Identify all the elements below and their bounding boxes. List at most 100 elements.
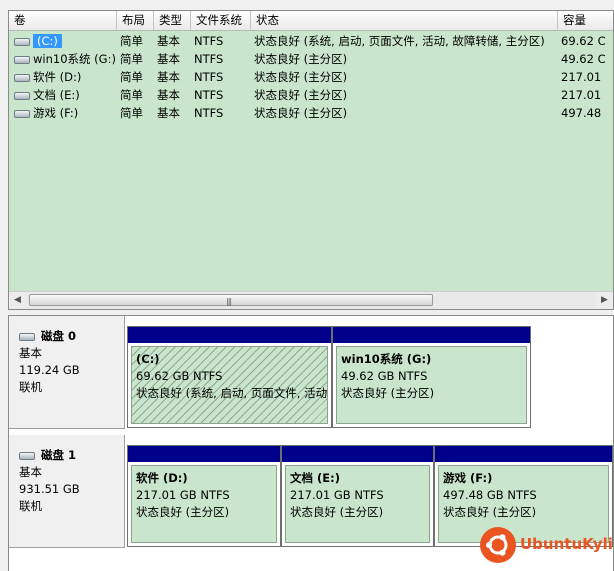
disk-size: 931.51 GB [19, 482, 80, 496]
ubuntukylin-watermark: UbuntuKylin [480, 527, 614, 567]
volume-capacity: 217.01 [561, 88, 602, 102]
partition-status: 状态良好 (主分区) [136, 505, 230, 519]
volume-status: 状态良好 (主分区) [254, 52, 348, 66]
volume-status: 状态良好 (系统, 启动, 页面文件, 活动, 故障转储, 主分区) [254, 34, 545, 48]
volume-status: 状态良好 (主分区) [254, 106, 348, 120]
disk-info-1[interactable]: 磁盘 1 基本 931.51 GB 联机 [9, 435, 125, 548]
volume-type: 基本 [157, 88, 180, 102]
partition-name: 软件 (D:) [136, 471, 188, 485]
partition-name: win10系统 (G:) [341, 352, 432, 366]
disk-type: 基本 [19, 465, 42, 479]
column-header-filesystem[interactable]: 文件系统 [191, 11, 251, 30]
partition-header-bar [128, 446, 280, 462]
volume-capacity: 49.62 C [561, 52, 606, 66]
volume-filesystem: NTFS [194, 70, 224, 84]
column-header-volume[interactable]: 卷 [9, 11, 117, 30]
volume-row[interactable]: 游戏 (F:) 简单 基本 NTFS 状态良好 (主分区) 497.48 [9, 104, 613, 122]
drive-icon [14, 37, 30, 46]
drive-icon [14, 91, 30, 100]
partition-body: 软件 (D:) 217.01 GB NTFS 状态良好 (主分区) [131, 465, 277, 543]
partition-body: 文档 (E:) 217.01 GB NTFS 状态良好 (主分区) [285, 465, 430, 543]
volume-status: 状态良好 (主分区) [254, 70, 348, 84]
volume-name: 软件 (D:) [33, 70, 82, 84]
partition-name: 游戏 (F:) [443, 471, 493, 485]
volume-name-cell[interactable]: 文档 (E:) [9, 86, 117, 104]
watermark-text: UbuntuKylin [520, 535, 614, 553]
volume-name-cell[interactable]: 软件 (D:) [9, 68, 117, 86]
partition-body: win10系统 (G:) 49.62 GB NTFS 状态良好 (主分区) [336, 346, 527, 424]
column-header-status[interactable]: 状态 [251, 11, 558, 30]
volume-filesystem: NTFS [194, 88, 224, 102]
horizontal-scrollbar[interactable]: ◀ ||| ▶ [9, 291, 613, 309]
partition-c[interactable]: (C:) 69.62 GB NTFS 状态良好 (系统, 启动, 页面文件, 活… [127, 326, 332, 428]
volume-type: 基本 [157, 70, 180, 84]
drive-icon [14, 109, 30, 118]
disk-icon [19, 332, 35, 341]
partition-header-bar [435, 446, 612, 462]
disk-row-0: 磁盘 0 基本 119.24 GB 联机 (C:) 69.62 GB NTFS … [9, 316, 613, 429]
column-header-layout[interactable]: 布局 [117, 11, 154, 30]
volume-layout: 简单 [120, 106, 143, 120]
volume-layout: 简单 [120, 52, 143, 66]
disk-size: 119.24 GB [19, 363, 80, 377]
partition-size: 69.62 GB NTFS [136, 369, 223, 383]
disk-info-0[interactable]: 磁盘 0 基本 119.24 GB 联机 [9, 316, 125, 429]
partition-size: 497.48 GB NTFS [443, 488, 537, 502]
volume-filesystem: NTFS [194, 52, 224, 66]
partition-status: 状态良好 (主分区) [341, 386, 435, 400]
volume-name-cell[interactable]: 游戏 (F:) [9, 104, 117, 122]
volume-type: 基本 [157, 106, 180, 120]
volume-name: 文档 (E:) [33, 88, 80, 102]
volume-status: 状态良好 (主分区) [254, 88, 348, 102]
partition-header-bar [128, 327, 331, 343]
volume-filesystem: NTFS [194, 106, 224, 120]
volume-name-cell[interactable]: win10系统 (G:) [9, 50, 117, 68]
volume-row[interactable]: (C:) 简单 基本 NTFS 状态良好 (系统, 启动, 页面文件, 活动, … [9, 32, 613, 50]
partition-g[interactable]: win10系统 (G:) 49.62 GB NTFS 状态良好 (主分区) [332, 326, 531, 428]
partition-d[interactable]: 软件 (D:) 217.01 GB NTFS 状态良好 (主分区) [127, 445, 281, 547]
volume-capacity: 69.62 C [561, 34, 606, 48]
volume-type: 基本 [157, 52, 180, 66]
scrollbar-thumb[interactable]: ||| [29, 294, 433, 306]
volume-capacity: 217.01 [561, 70, 602, 84]
partition-size: 49.62 GB NTFS [341, 369, 428, 383]
volume-type: 基本 [157, 34, 180, 48]
column-header-type[interactable]: 类型 [154, 11, 191, 30]
disk-icon [19, 451, 35, 460]
disk-name: 磁盘 1 [41, 448, 77, 462]
ubuntu-kylin-logo-icon [480, 527, 516, 563]
partition-status: 状态良好 (主分区) [443, 505, 537, 519]
partition-status: 状态良好 (系统, 启动, 页面文件, 活动, 故障转储, 主分区) [136, 386, 328, 400]
partition-size: 217.01 GB NTFS [136, 488, 230, 502]
drive-icon [14, 55, 30, 64]
partition-size: 217.01 GB NTFS [290, 488, 384, 502]
volume-list: 卷 布局 类型 文件系统 状态 容量 (C:) 简单 基本 NTFS 状态良好 … [8, 10, 614, 310]
volume-name: (C:) [33, 34, 62, 48]
volume-layout: 简单 [120, 34, 143, 48]
scroll-grip-icon: ||| [226, 297, 232, 306]
volume-capacity: 497.48 [561, 106, 602, 120]
volume-row[interactable]: win10系统 (G:) 简单 基本 NTFS 状态良好 (主分区) 49.62… [9, 50, 613, 68]
partition-e[interactable]: 文档 (E:) 217.01 GB NTFS 状态良好 (主分区) [281, 445, 434, 547]
partition-body: (C:) 69.62 GB NTFS 状态良好 (系统, 启动, 页面文件, 活… [131, 346, 328, 424]
volume-layout: 简单 [120, 88, 143, 102]
volume-filesystem: NTFS [194, 34, 224, 48]
partition-status: 状态良好 (主分区) [290, 505, 384, 519]
volume-layout: 简单 [120, 70, 143, 84]
disk-name: 磁盘 0 [41, 329, 77, 343]
disk-state: 联机 [19, 380, 42, 394]
column-header-capacity[interactable]: 容量 [558, 11, 613, 30]
scroll-right-arrow-icon[interactable]: ▶ [596, 292, 613, 309]
disk-state: 联机 [19, 499, 42, 513]
drive-icon [14, 73, 30, 82]
partition-header-bar [333, 327, 530, 343]
volume-row[interactable]: 文档 (E:) 简单 基本 NTFS 状态良好 (主分区) 217.01 [9, 86, 613, 104]
partition-name: (C:) [136, 352, 160, 366]
disk-type: 基本 [19, 346, 42, 360]
scroll-left-arrow-icon[interactable]: ◀ [9, 292, 26, 309]
volume-row[interactable]: 软件 (D:) 简单 基本 NTFS 状态良好 (主分区) 217.01 [9, 68, 613, 86]
partition-header-bar [282, 446, 433, 462]
volume-list-header: 卷 布局 类型 文件系统 状态 容量 [9, 11, 613, 31]
partition-name: 文档 (E:) [290, 471, 340, 485]
volume-name-cell[interactable]: (C:) [9, 32, 117, 50]
